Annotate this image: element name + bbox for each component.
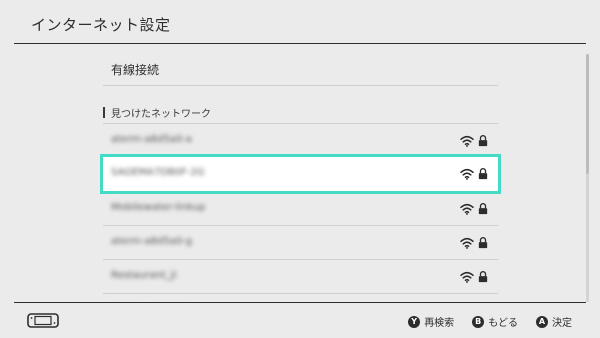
network-ssid: Mobilewater-linkup	[111, 202, 206, 213]
button-hints: Y 再検索 B もどる A 決定	[408, 314, 572, 329]
network-status-icons	[460, 235, 488, 251]
lock-icon	[478, 132, 488, 151]
network-status-icons	[460, 133, 488, 149]
network-ssid: aterm-a8d5a0-g	[111, 236, 193, 247]
console-icon	[27, 313, 59, 332]
wifi-icon	[460, 165, 474, 184]
network-row[interactable]: Mobilewater-linkup	[103, 191, 498, 225]
network-status-icons	[460, 201, 488, 217]
wired-connection-label: 有線接続	[111, 63, 160, 77]
heading-bar	[103, 107, 105, 118]
wired-connection-item[interactable]: 有線接続	[103, 52, 498, 86]
lock-icon	[478, 234, 488, 253]
wifi-icon	[460, 234, 474, 253]
network-status-icons	[460, 166, 488, 182]
settings-content: 有線接続 見つけたネットワーク aterm-a8d5a0-a SAGEMA7DB0…	[0, 44, 600, 302]
network-ssid: Restaurant_Ji	[111, 270, 177, 281]
footer: Y 再検索 B もどる A 決定	[0, 303, 600, 338]
network-status-icons	[460, 269, 488, 285]
found-networks-title: 見つけたネットワーク	[111, 109, 211, 120]
b-button-icon: B	[472, 315, 485, 328]
scrollbar[interactable]	[586, 54, 589, 302]
network-list: aterm-a8d5a0-a SAGEMA7DB0F-2G Mobilewater-…	[100, 123, 501, 302]
header: インターネット設定	[0, 0, 600, 44]
network-ssid: SAGEMA7DB0F-2G	[111, 167, 205, 178]
hint-y-button[interactable]: Y 再検索	[408, 314, 454, 329]
found-networks-heading: 見つけたネットワーク	[103, 105, 211, 120]
hint-label: もどる	[488, 318, 518, 329]
network-row[interactable]: aterm-a8d5a0-a	[103, 123, 498, 157]
hint-label: 決定	[552, 318, 572, 329]
network-row-selected[interactable]: SAGEMA7DB0F-2G	[100, 154, 501, 194]
hint-a-button[interactable]: A 決定	[536, 314, 572, 329]
lock-icon	[478, 200, 488, 219]
y-button-icon: Y	[408, 315, 421, 328]
network-row[interactable]: Restaurant_Ji	[103, 259, 498, 293]
wifi-icon	[460, 200, 474, 219]
a-button-icon: A	[536, 315, 548, 328]
network-row[interactable]: aterm-a8d5a0-g	[103, 225, 498, 259]
scrollbar-thumb[interactable]	[586, 54, 589, 174]
hint-label: 再検索	[424, 318, 455, 329]
wifi-icon	[460, 132, 474, 151]
lock-icon	[478, 165, 488, 184]
page-title: インターネット設定	[31, 16, 171, 34]
hint-b-button[interactable]: B もどる	[472, 314, 518, 329]
lock-icon	[478, 268, 488, 287]
network-row[interactable]: Buffalo-G-9Ab8	[103, 293, 498, 302]
wifi-icon	[460, 268, 474, 287]
network-ssid: aterm-a8d5a0-a	[111, 134, 192, 145]
